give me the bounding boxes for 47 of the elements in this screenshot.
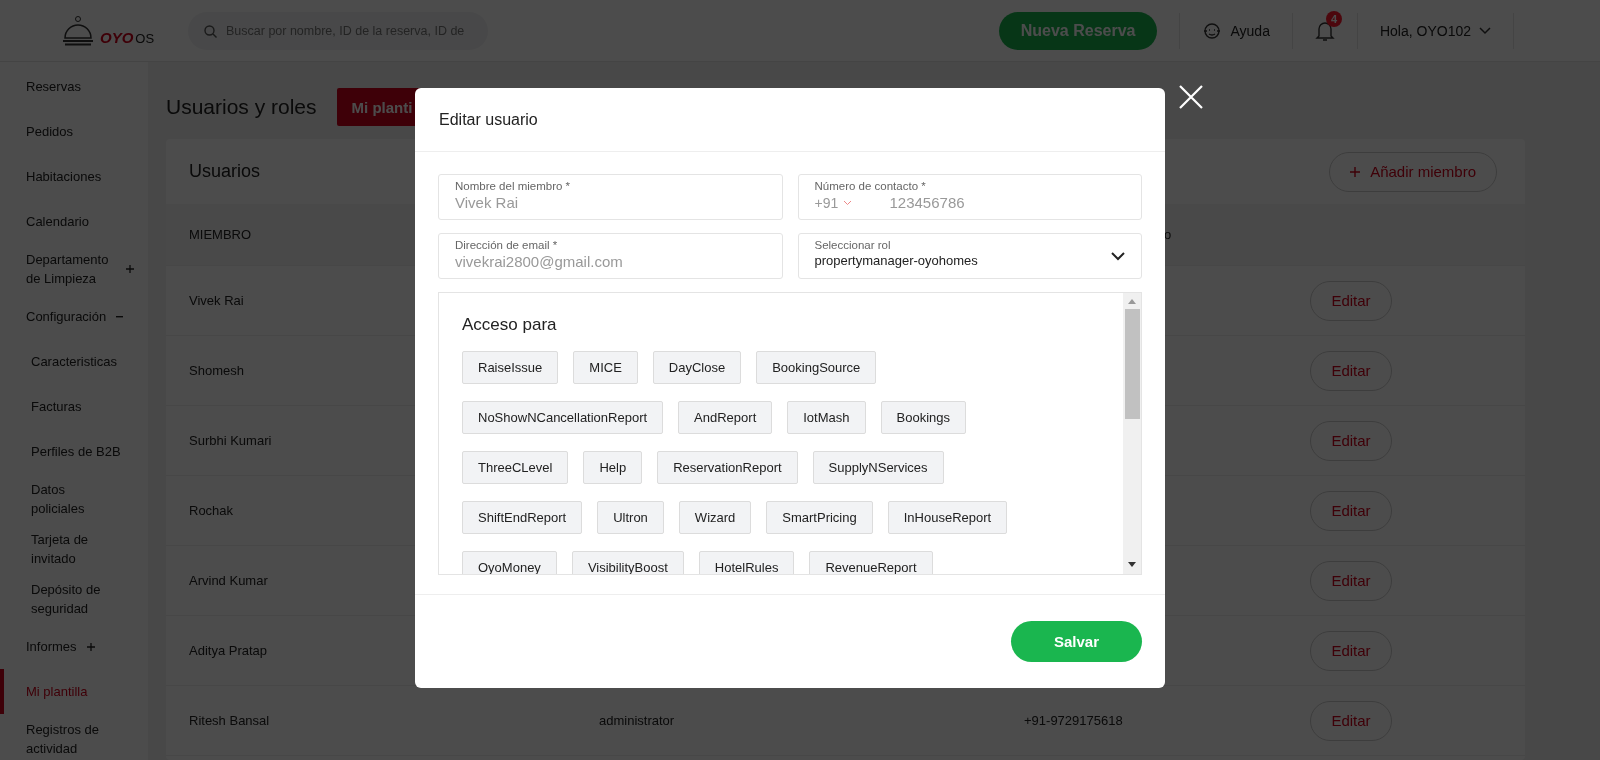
scrollbar[interactable] — [1123, 293, 1141, 574]
table-cell: Vivek Rai — [189, 293, 244, 308]
logo-text: OYO — [100, 28, 134, 46]
scroll-down-icon[interactable] — [1128, 562, 1136, 568]
scroll-up-icon[interactable] — [1128, 299, 1136, 305]
close-button[interactable] — [1178, 84, 1204, 110]
card-title: Usuarios — [189, 161, 261, 182]
table-cell: Ritesh Bansal — [189, 713, 270, 728]
permission-tag: HotelRules — [698, 551, 795, 574]
permission-tag: RaiseIssue — [462, 351, 559, 384]
permission-tag: DayClose — [652, 351, 742, 384]
table-cell: Surbhi Kumari — [189, 433, 272, 448]
section-title: Acceso para — [462, 315, 558, 335]
permission-tag: RevenueReport — [809, 551, 933, 574]
permission-tag: SmartPricing — [766, 501, 873, 534]
permission-tag: ReservationReport — [657, 451, 798, 484]
table-cell: administrator — [599, 713, 675, 728]
page-title: Usuarios y roles — [166, 95, 317, 119]
column-header: o — [1164, 227, 1173, 242]
permission-tag: VisibilityBoost — [571, 551, 684, 574]
column-header: MIEMBRO — [189, 227, 253, 242]
permission-tag: SupplyNServices — [812, 451, 944, 484]
permission-tag: InHouseReport — [887, 501, 1008, 534]
permission-tag: BookingSource — [756, 351, 877, 384]
chevron-down-icon — [1111, 252, 1125, 261]
permission-tag: ShiftEndReport — [462, 501, 583, 534]
table-cell: Shomesh — [189, 363, 244, 378]
sidebar-item[interactable]: Configuración — [0, 294, 148, 339]
table-cell: Aditya Pratap — [189, 643, 268, 658]
role-select[interactable]: Seleccionar rol propertymanager-oyohomes — [797, 233, 1142, 279]
table-cell: Arvind Kumar — [189, 573, 268, 588]
permission-tag: Bookings — [880, 401, 966, 434]
chevron-down-icon — [842, 199, 852, 206]
permission-tag: Wizard — [678, 501, 752, 534]
permission-tag: OyoMoney — [462, 551, 557, 574]
save-button[interactable]: Salvar — [1011, 621, 1142, 662]
permission-tag: MICE — [573, 351, 638, 384]
logo-text: OS — [135, 30, 155, 46]
table-cell: Rochak — [189, 503, 234, 518]
permission-tag: NoShowNCancellationReport — [462, 401, 664, 434]
permission-tag: IotMash — [787, 401, 866, 434]
table-cell: +91-9729175618 — [1024, 713, 1123, 728]
permission-tag: Help — [583, 451, 643, 484]
permission-tag: Ultron — [597, 501, 664, 534]
dialog-title: Editar usuario — [439, 110, 538, 129]
permission-tag: ThreeCLevel — [462, 451, 569, 484]
permission-tag: AndReport — [678, 401, 773, 434]
